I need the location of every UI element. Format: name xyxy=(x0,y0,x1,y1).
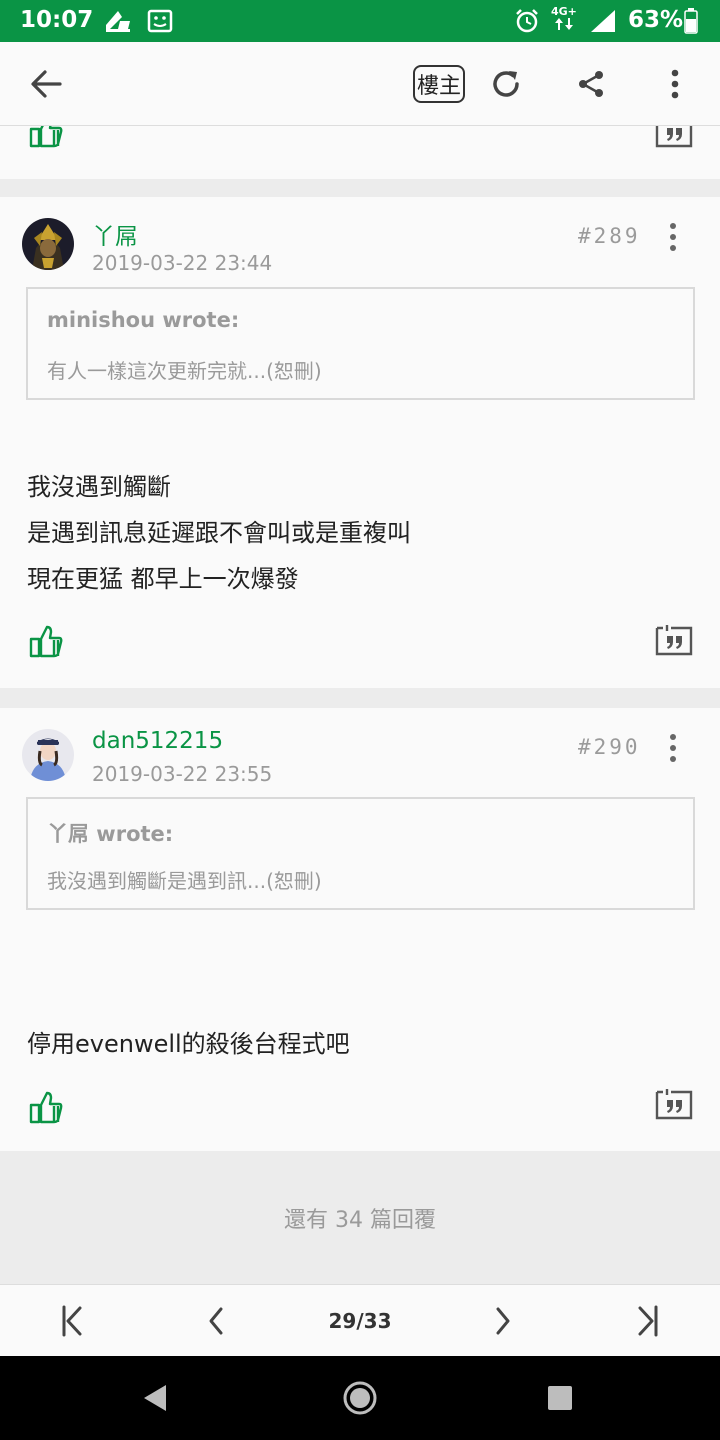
first-page-icon xyxy=(62,1305,82,1337)
post-timestamp: 2019-03-22 23:44 xyxy=(92,251,273,275)
quote-block: 丫屌 wrote: 我沒遇到觸斷是遇到訊...(恕刪) xyxy=(26,797,695,910)
more-vert-icon xyxy=(671,69,679,99)
system-nav-bar xyxy=(0,1356,720,1440)
more-replies-button[interactable]: 還有 34 篇回覆 xyxy=(0,1151,720,1284)
quote-reply-icon[interactable] xyxy=(655,126,693,148)
avatar[interactable] xyxy=(22,218,74,270)
battery-icon xyxy=(684,8,698,34)
post-card-289: 丫屌 2019-03-22 23:44 #289 minishou wrote:… xyxy=(0,197,720,688)
refresh-icon xyxy=(493,71,519,97)
more-options-button[interactable] xyxy=(651,60,699,108)
quote-text: 有人一樣這次更新完就...(恕刪) xyxy=(47,359,322,383)
nav-home-button[interactable] xyxy=(338,1376,382,1420)
last-page-button[interactable] xyxy=(628,1301,668,1341)
quote-reply-icon[interactable] xyxy=(655,1088,693,1120)
page-indicator[interactable]: 29/33 xyxy=(310,1309,410,1333)
share-button[interactable] xyxy=(567,60,615,108)
data-arrows-icon xyxy=(554,18,573,30)
chevron-left-icon xyxy=(209,1307,223,1335)
status-bar: 10:07 4G+ 63% xyxy=(0,0,720,42)
back-arrow-icon xyxy=(31,70,62,98)
previous-post-tail xyxy=(0,126,720,179)
quote-reply-icon[interactable] xyxy=(655,624,693,656)
app-bar: 樓主 xyxy=(0,42,720,126)
previous-page-button[interactable] xyxy=(196,1301,236,1341)
thread-content: 丫屌 2019-03-22 23:44 #289 minishou wrote:… xyxy=(0,126,720,1284)
cleaner-icon xyxy=(104,8,132,34)
first-page-button[interactable] xyxy=(52,1301,92,1341)
quote-author: minishou wrote: xyxy=(47,308,240,332)
post-floor-number: #290 xyxy=(578,735,641,759)
nav-back-button[interactable] xyxy=(134,1376,178,1420)
post-body-line: 是遇到訊息延遲跟不會叫或是重複叫 xyxy=(27,519,411,547)
more-vert-icon xyxy=(670,734,676,740)
status-time: 10:07 xyxy=(20,7,94,33)
post-author[interactable]: dan512215 xyxy=(92,728,223,754)
signal-icon xyxy=(589,8,617,34)
refresh-button[interactable] xyxy=(482,60,530,108)
quote-block: minishou wrote: 有人一樣這次更新完就...(恕刪) xyxy=(26,287,695,400)
nav-recents-square-icon xyxy=(548,1386,572,1410)
screenshot-icon xyxy=(147,8,173,34)
post-author[interactable]: 丫屌 xyxy=(92,217,138,251)
next-page-button[interactable] xyxy=(483,1301,523,1341)
chevron-right-icon xyxy=(496,1307,510,1335)
nav-home-circle-icon xyxy=(343,1381,377,1415)
battery-percent: 63% xyxy=(628,7,684,33)
post-floor-number: #289 xyxy=(578,224,641,248)
alarm-icon xyxy=(514,8,540,34)
nav-recents-button[interactable] xyxy=(538,1376,582,1420)
more-vert-icon xyxy=(670,223,676,229)
post-body-line: 現在更猛 都早上一次爆發 xyxy=(27,565,299,593)
pagination-bar: 29/33 xyxy=(0,1284,720,1356)
post-more-button[interactable] xyxy=(660,730,686,766)
quote-text: 我沒遇到觸斷是遇到訊...(恕刪) xyxy=(47,869,322,893)
avatar[interactable] xyxy=(22,729,74,781)
post-card-290: dan512215 2019-03-22 23:55 #290 丫屌 wrote… xyxy=(0,708,720,1151)
last-page-icon xyxy=(638,1305,658,1337)
post-timestamp: 2019-03-22 23:55 xyxy=(92,762,273,786)
post-body-line: 我沒遇到觸斷 xyxy=(27,473,171,501)
back-button[interactable] xyxy=(22,60,70,108)
thumbs-up-icon[interactable] xyxy=(28,1090,64,1124)
network-label: 4G+ xyxy=(551,5,577,18)
op-only-button[interactable]: 樓主 xyxy=(413,65,465,103)
nav-back-triangle-icon xyxy=(144,1385,166,1411)
thumbs-up-icon[interactable] xyxy=(28,126,64,148)
share-icon xyxy=(579,71,603,97)
network-type: 4G+ xyxy=(551,6,577,32)
post-more-button[interactable] xyxy=(660,219,686,255)
quote-author: 丫屌 wrote: xyxy=(47,822,174,846)
post-body-line: 停用evenwell的殺後台程式吧 xyxy=(27,1030,350,1058)
thumbs-up-icon[interactable] xyxy=(28,624,64,658)
